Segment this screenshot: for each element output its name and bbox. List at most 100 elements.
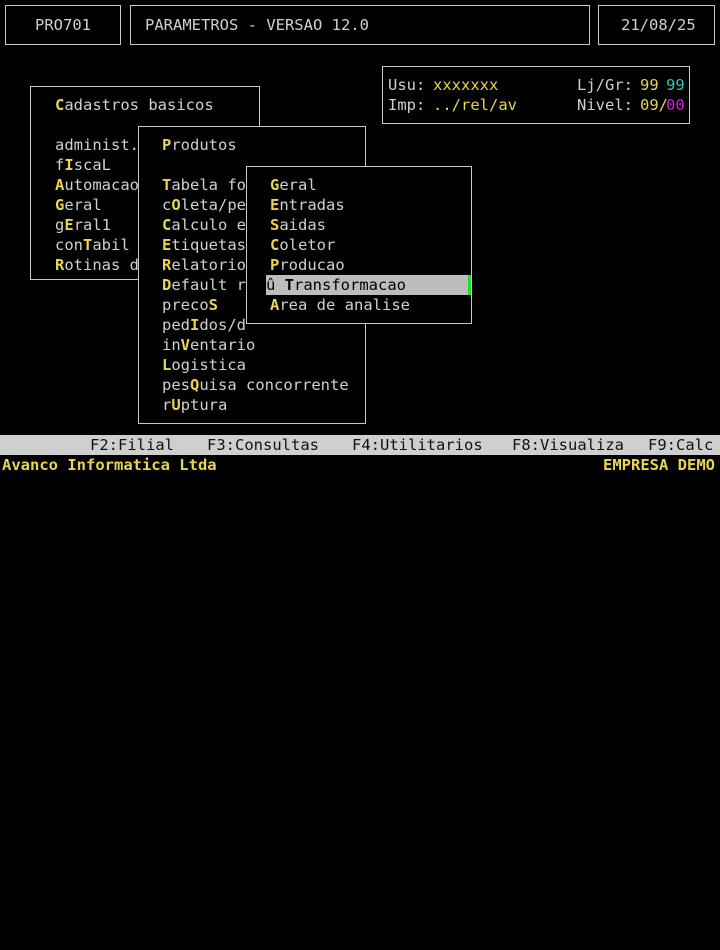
item-label: ral1 (73, 216, 112, 234)
item-hotkey: U (171, 396, 181, 414)
item-label: adastros basicos (64, 96, 214, 114)
menu2-item[interactable]: Default r (162, 275, 246, 295)
menu2-item[interactable]: inVentario (162, 335, 255, 355)
item-hotkey: O (171, 196, 181, 214)
menu2-item[interactable]: Produtos (162, 135, 237, 155)
menu2-item[interactable]: pesQuisa concorrente (162, 375, 349, 395)
menu2-item[interactable]: Logistica (162, 355, 246, 375)
empresa-name: EMPRESA DEMO (603, 456, 715, 474)
text-cursor (468, 275, 471, 295)
item-hotkey: E (270, 196, 280, 214)
f3-consultas-key[interactable]: F3:Consultas (207, 435, 319, 455)
menu3-item[interactable]: Coletor (270, 235, 335, 255)
printer-label: Imp: (388, 96, 426, 114)
menu1-item[interactable]: Geral (55, 195, 102, 215)
item-label: eral (279, 176, 317, 194)
f9-calc-key[interactable]: F9:Calc (648, 435, 713, 455)
user-value: xxxxxxx (433, 76, 499, 94)
item-prefix: con (55, 236, 83, 254)
item-hotkey: T (83, 236, 93, 254)
item-label: aidas (279, 216, 327, 234)
menu3-item[interactable]: Entradas (270, 195, 345, 215)
item-label: rodutos (171, 136, 237, 154)
item-prefix: pes (162, 376, 190, 394)
item-label: oletor (279, 236, 336, 254)
item-prefix: û (36, 116, 55, 134)
menu2-item[interactable]: cOleta/pe (162, 195, 246, 215)
loja-value: 99 (640, 76, 659, 94)
nivel-value: 09/ (640, 96, 668, 114)
item-label: abela fo (171, 176, 246, 194)
item-hotkey: T (162, 176, 172, 194)
item-prefix: g (55, 216, 65, 234)
item-hotkey: A (270, 296, 280, 314)
item-label: administ. (55, 136, 139, 154)
nivel-label: Nivel: (577, 96, 633, 114)
item-hotkey: P (270, 256, 280, 274)
item-label: entario (190, 336, 256, 354)
item-prefix: û (144, 156, 163, 174)
menu3-item[interactable]: Geral (270, 175, 317, 195)
menu2-item[interactable]: pedIdos/d (162, 315, 246, 335)
item-prefix: f (55, 156, 65, 174)
printer-value: ../rel/av (433, 96, 517, 114)
item-hotkey: S (270, 216, 280, 234)
item-hotkey: I (64, 156, 74, 174)
item-label: utomacao (64, 176, 139, 194)
menu3-item[interactable]: Area de analise (270, 295, 410, 315)
item-label: ogistica (171, 356, 246, 374)
item-hotkey: P (162, 136, 172, 154)
item-label: scaL (73, 156, 112, 174)
lojagrupo-label: Lj/Gr: (577, 76, 633, 94)
item-label: alculo e (171, 216, 246, 234)
menu2-item[interactable]: Calculo e (162, 215, 246, 235)
menu1-item[interactable]: fIscaL (55, 155, 111, 175)
item-label: efault r (171, 276, 246, 294)
screen-title: PARAMETROS - VERSAO 12.0 (145, 16, 369, 34)
item-label: otinas d (64, 256, 139, 274)
item-hotkey: T (284, 276, 295, 294)
item-label: ntradas (279, 196, 345, 214)
item-hotkey: Q (190, 376, 200, 394)
menu1-item[interactable]: Cadastros basicos (55, 95, 214, 115)
nivel-value-2: 00 (666, 96, 685, 114)
item-label: dos/d (199, 316, 247, 334)
menu1-item[interactable]: gEral1 (55, 215, 111, 235)
item-prefix: û (266, 276, 285, 294)
menu3-item[interactable]: Producao (270, 255, 345, 275)
item-label: roducao (279, 256, 345, 274)
menu2-item[interactable]: precoS (162, 295, 218, 315)
f2-filial-key[interactable]: F2:Filial (90, 435, 174, 455)
item-hotkey: S (208, 296, 219, 314)
date: 21/08/25 (621, 16, 696, 34)
item-prefix: ped (162, 316, 190, 334)
item-hotkey: G (270, 176, 280, 194)
menu3-item[interactable]: Saidas (270, 215, 326, 235)
item-label: elatorio (171, 256, 246, 274)
item-prefix: c (162, 196, 172, 214)
item-hotkey: D (162, 276, 172, 294)
item-label: uisa concorrente (199, 376, 349, 394)
item-hotkey: R (55, 256, 65, 274)
menu2-item[interactable]: Etiquetas (162, 235, 246, 255)
item-label: rea de analise (279, 296, 410, 314)
item-label: Movimenta (162, 156, 247, 174)
menu3-item[interactable]: û Transformacao (266, 275, 470, 295)
item-hotkey: R (162, 256, 172, 274)
menu2-item[interactable]: rUptura (162, 395, 227, 415)
user-label: Usu: (388, 76, 426, 94)
menu2-item[interactable]: Relatorio (162, 255, 246, 275)
item-label: leta/pe (180, 196, 247, 214)
menu1-item[interactable]: administ. (55, 135, 139, 155)
menu2-item[interactable]: Tabela fo (162, 175, 246, 195)
program-code: PRO701 (35, 16, 91, 34)
f4-utilitarios-key[interactable]: F4:Utilitarios (352, 435, 483, 455)
f8-visualiza-key[interactable]: F8:Visualiza (512, 435, 624, 455)
item-prefix: in (162, 336, 181, 354)
item-hotkey: L (162, 356, 172, 374)
menu1-item[interactable]: conTabil (55, 235, 130, 255)
menu1-item[interactable]: Automacao (55, 175, 139, 195)
menu1-item[interactable]: Rotinas d (55, 255, 139, 275)
item-label: ransformacao (294, 276, 406, 294)
item-hotkey: E (64, 216, 74, 234)
